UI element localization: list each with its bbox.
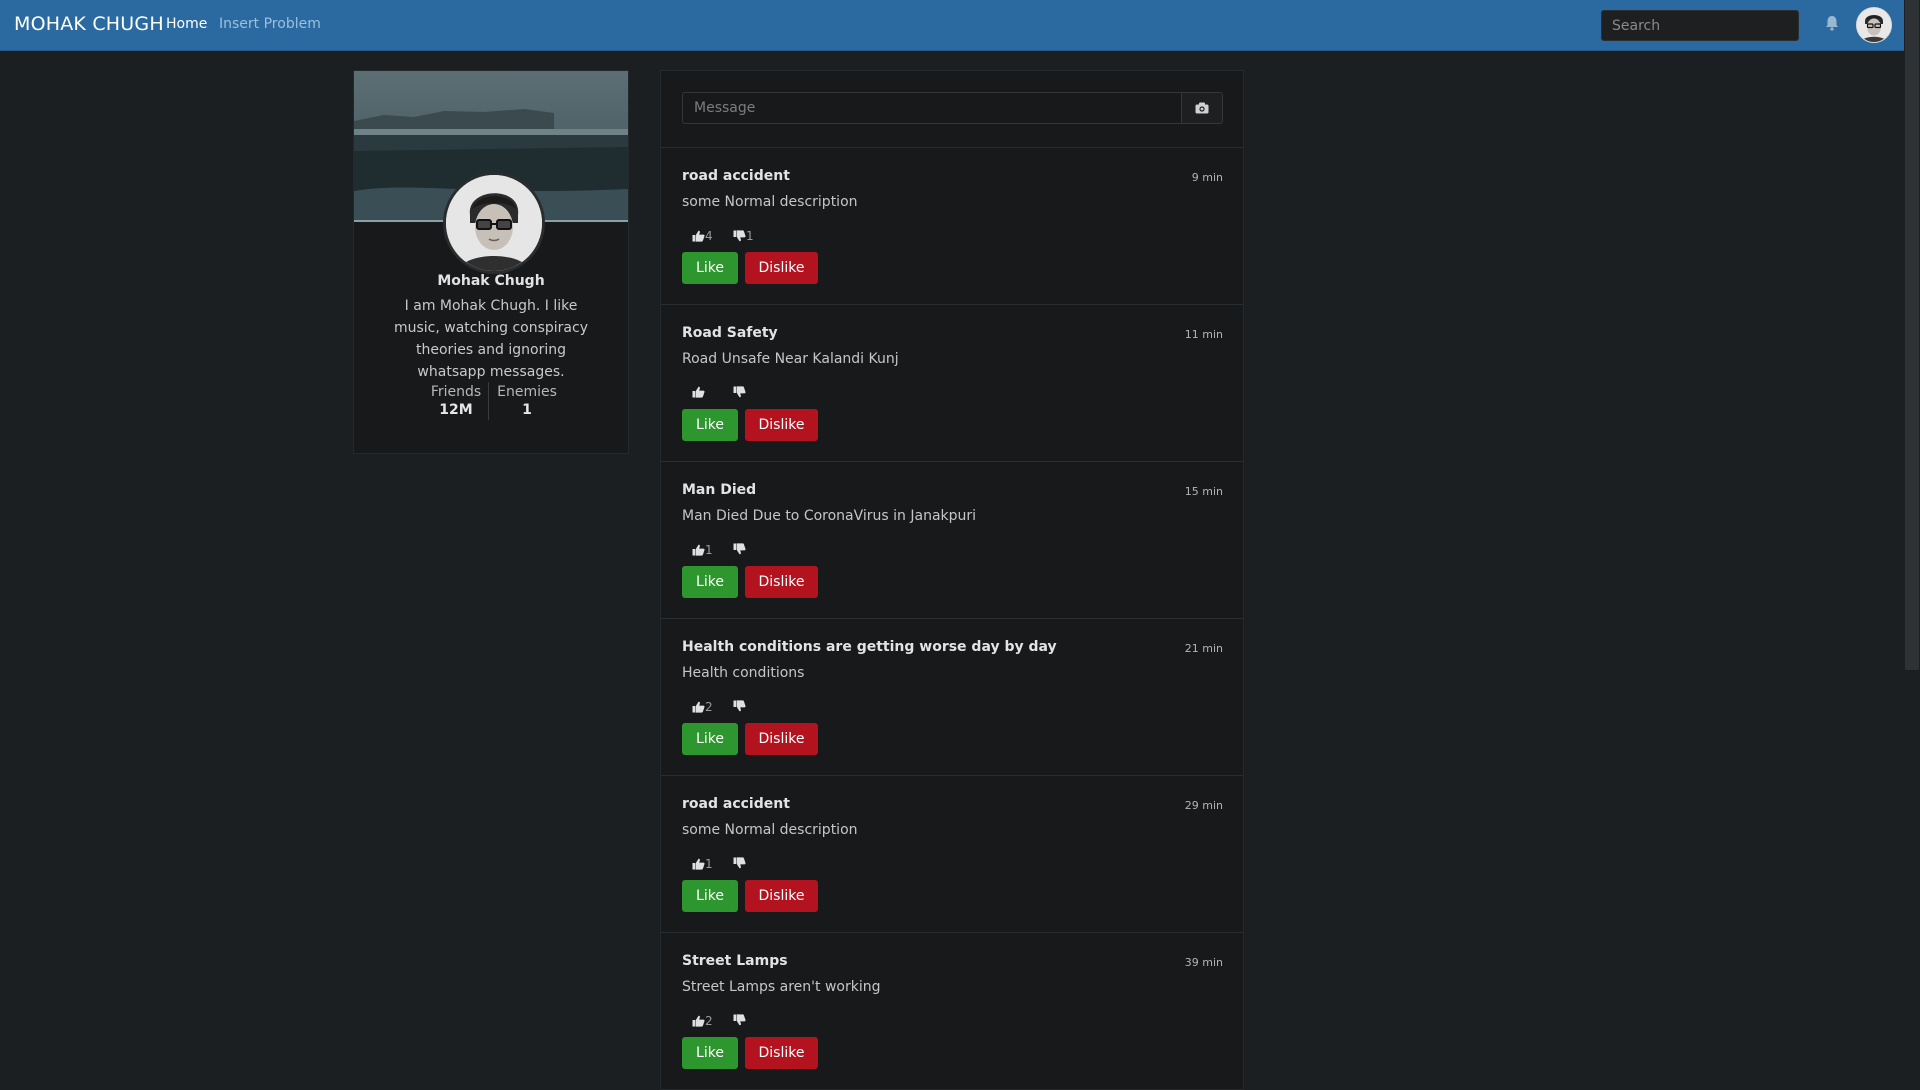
friends-count: 12M [439, 402, 473, 418]
dislike-count-value: 1 [746, 229, 754, 243]
like-button[interactable]: Like [682, 880, 738, 912]
post-card: Road Safety 11 min Road Unsafe Near Kala… [661, 304, 1243, 462]
dislike-count [733, 543, 746, 555]
profile-name: Mohak Chugh [437, 273, 545, 289]
dislike-count [733, 700, 746, 712]
post-description: some Normal description [682, 194, 858, 210]
post-time: 15 min [1184, 485, 1223, 498]
thumbs-up-icon [692, 858, 705, 870]
post-card: Man Died 15 min Man Died Due to CoronaVi… [661, 461, 1243, 619]
like-count-value: 2 [705, 1014, 713, 1028]
friends-stat: Friends 12M [420, 384, 492, 418]
post-time: 9 min [1191, 171, 1223, 184]
like-count: 1 [692, 857, 713, 871]
post-card: Street Lamps 39 min Street Lamps aren't … [661, 932, 1243, 1090]
post-card: Health conditions are getting worse day … [661, 618, 1243, 776]
thumbs-up-icon [692, 544, 705, 556]
post-description: Health conditions [682, 665, 805, 681]
like-count-value: 1 [705, 857, 713, 871]
dislike-button[interactable]: Dislike [745, 1037, 818, 1069]
like-count [692, 386, 705, 398]
dislike-count [733, 386, 746, 398]
enemies-label: Enemies [497, 384, 557, 400]
thumbs-down-icon [733, 386, 746, 398]
post-description: Street Lamps aren't working [682, 979, 881, 995]
camera-icon [1195, 102, 1209, 114]
thumbs-up-icon [692, 701, 705, 713]
thumbs-down-icon [733, 230, 746, 242]
navbar: MOHAK CHUGH Home Insert Problem [0, 0, 1904, 51]
post-title: road accident [682, 168, 790, 184]
thumbs-up-icon [692, 1015, 705, 1027]
dislike-button[interactable]: Dislike [745, 566, 818, 598]
nav-home-link[interactable]: Home [166, 16, 207, 32]
user-avatar[interactable] [1856, 7, 1892, 43]
message-composer [682, 92, 1223, 124]
post-description: Road Unsafe Near Kalandi Kunj [682, 351, 899, 367]
like-button[interactable]: Like [682, 409, 738, 441]
message-input[interactable] [682, 92, 1181, 124]
thumbs-down-icon [733, 1014, 746, 1026]
like-count-value: 2 [705, 700, 713, 714]
feed-panel: road accident 9 min some Normal descript… [660, 70, 1244, 1090]
post-title: Man Died [682, 482, 757, 498]
like-count-value: 4 [705, 229, 713, 243]
like-button[interactable]: Like [682, 723, 738, 755]
thumbs-up-icon [692, 230, 705, 242]
thumbs-up-icon [692, 386, 705, 398]
like-count: 2 [692, 1014, 713, 1028]
like-count: 4 [692, 229, 713, 243]
stat-divider [488, 382, 489, 420]
bell-icon[interactable] [1823, 14, 1841, 32]
thumbs-down-icon [733, 857, 746, 869]
dislike-button[interactable]: Dislike [745, 723, 818, 755]
dislike-count: 1 [733, 229, 754, 243]
post-time: 29 min [1184, 799, 1223, 812]
post-card: road accident 29 min some Normal descrip… [661, 775, 1243, 933]
post-title: Road Safety [682, 325, 778, 341]
dislike-count [733, 1014, 746, 1026]
enemies-stat: Enemies 1 [491, 384, 563, 418]
post-title: Street Lamps [682, 953, 788, 969]
search-input[interactable] [1601, 10, 1799, 41]
post-time: 11 min [1184, 328, 1223, 341]
brand-link[interactable]: MOHAK CHUGH [14, 13, 164, 35]
camera-button[interactable] [1181, 92, 1223, 124]
dislike-button[interactable]: Dislike [745, 252, 818, 284]
post-description: some Normal description [682, 822, 858, 838]
enemies-count: 1 [522, 402, 532, 418]
nav-insert-problem-link[interactable]: Insert Problem [219, 16, 321, 32]
dislike-button[interactable]: Dislike [745, 409, 818, 441]
thumbs-down-icon [733, 543, 746, 555]
dislike-button[interactable]: Dislike [745, 880, 818, 912]
post-title: road accident [682, 796, 790, 812]
dislike-count [733, 857, 746, 869]
thumbs-down-icon [733, 700, 746, 712]
post-card: road accident 9 min some Normal descript… [661, 147, 1243, 305]
like-count: 2 [692, 700, 713, 714]
post-time: 21 min [1184, 642, 1223, 655]
like-count: 1 [692, 543, 713, 557]
scrollbar-thumb[interactable] [1905, 0, 1919, 670]
friends-label: Friends [430, 384, 482, 400]
like-button[interactable]: Like [682, 252, 738, 284]
post-time: 39 min [1184, 956, 1223, 969]
post-title: Health conditions are getting worse day … [682, 639, 1057, 655]
profile-bio: I am Mohak Chugh. I like music, watching… [393, 298, 588, 380]
post-description: Man Died Due to CoronaVirus in Janakpuri [682, 508, 977, 524]
like-count-value: 1 [705, 543, 713, 557]
profile-avatar [443, 172, 545, 274]
like-button[interactable]: Like [682, 1037, 738, 1069]
like-button[interactable]: Like [682, 566, 738, 598]
profile-card: Mohak Chugh I am Mohak Chugh. I like mus… [353, 70, 629, 454]
